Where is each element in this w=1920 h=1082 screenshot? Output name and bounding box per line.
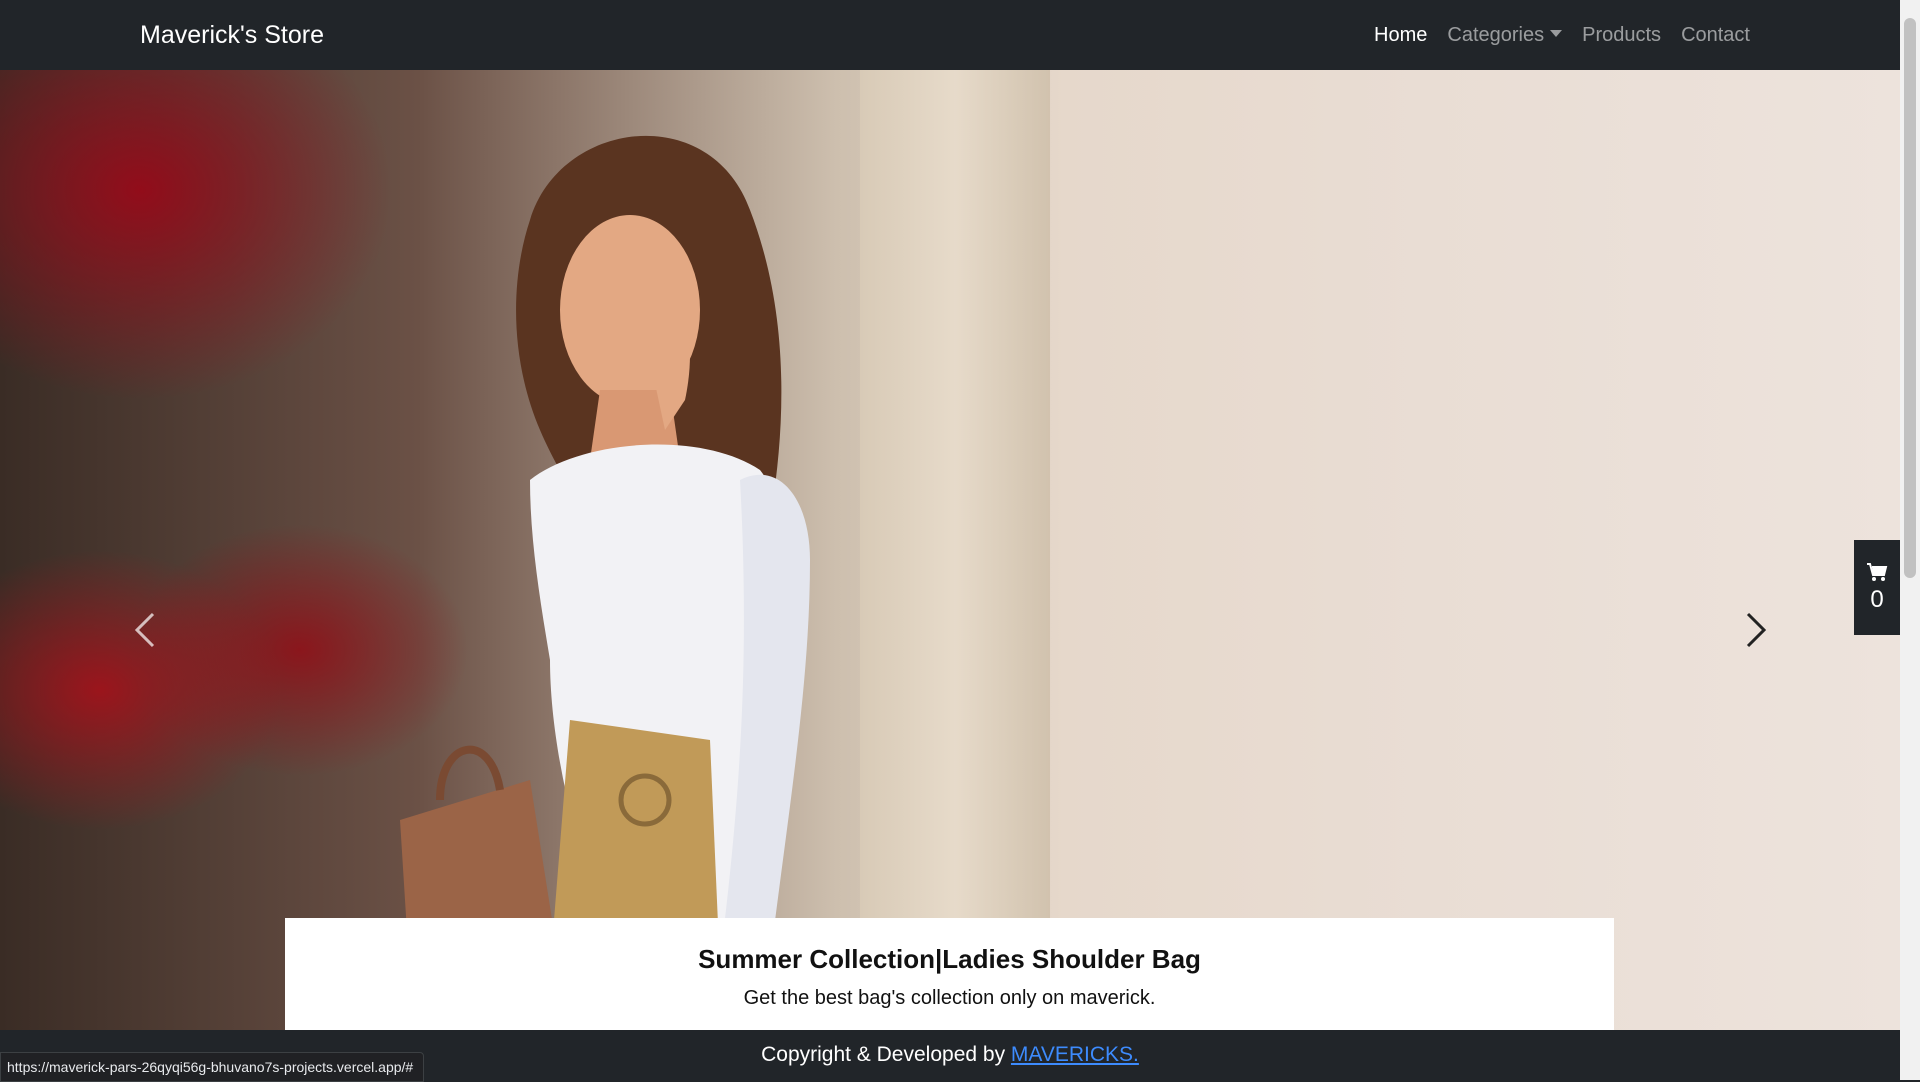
navbar: Maverick's Store Home Categories Product… [0, 0, 1900, 70]
carousel-prev-button[interactable] [115, 590, 175, 670]
nav-links: Home Categories Products Contact [1374, 0, 1750, 70]
caret-down-icon [1550, 29, 1563, 37]
chevron-right-icon [1746, 612, 1767, 648]
nav-contact[interactable]: Contact [1681, 24, 1750, 47]
brand-link[interactable]: Maverick's Store [140, 0, 324, 70]
carousel-next-button[interactable] [1726, 590, 1786, 670]
page-scrollbar[interactable] [1900, 0, 1920, 1080]
cart-icon [1867, 562, 1888, 581]
caption-title: Summer Collection|Ladies Shoulder Bag [698, 944, 1201, 974]
cart-count: 0 [1870, 585, 1884, 613]
footer-text: Copyright & Developed by [761, 1043, 1006, 1066]
hero-carousel: Summer Collection|Ladies Shoulder Bag Ge… [0, 70, 1900, 1030]
nav-categories-label: Categories [1447, 23, 1545, 46]
browser-status-url: https://maverick-pars-26qyqi56g-bhuvano7… [0, 1052, 425, 1082]
floating-cart-button[interactable]: 0 [1854, 540, 1900, 635]
scrollbar-thumb[interactable] [1904, 18, 1916, 578]
hero-image-model [400, 135, 810, 980]
caption-text: Get the best bag's collection only on ma… [743, 987, 1156, 1009]
nav-categories-dropdown[interactable]: Categories [1447, 23, 1563, 47]
chevron-left-icon [134, 612, 155, 648]
footer-link[interactable]: MAVERICKS. [1011, 1043, 1139, 1066]
carousel-caption: Summer Collection|Ladies Shoulder Bag Ge… [285, 918, 1614, 1030]
nav-products[interactable]: Products [1582, 24, 1661, 47]
nav-home[interactable]: Home [1374, 24, 1427, 47]
